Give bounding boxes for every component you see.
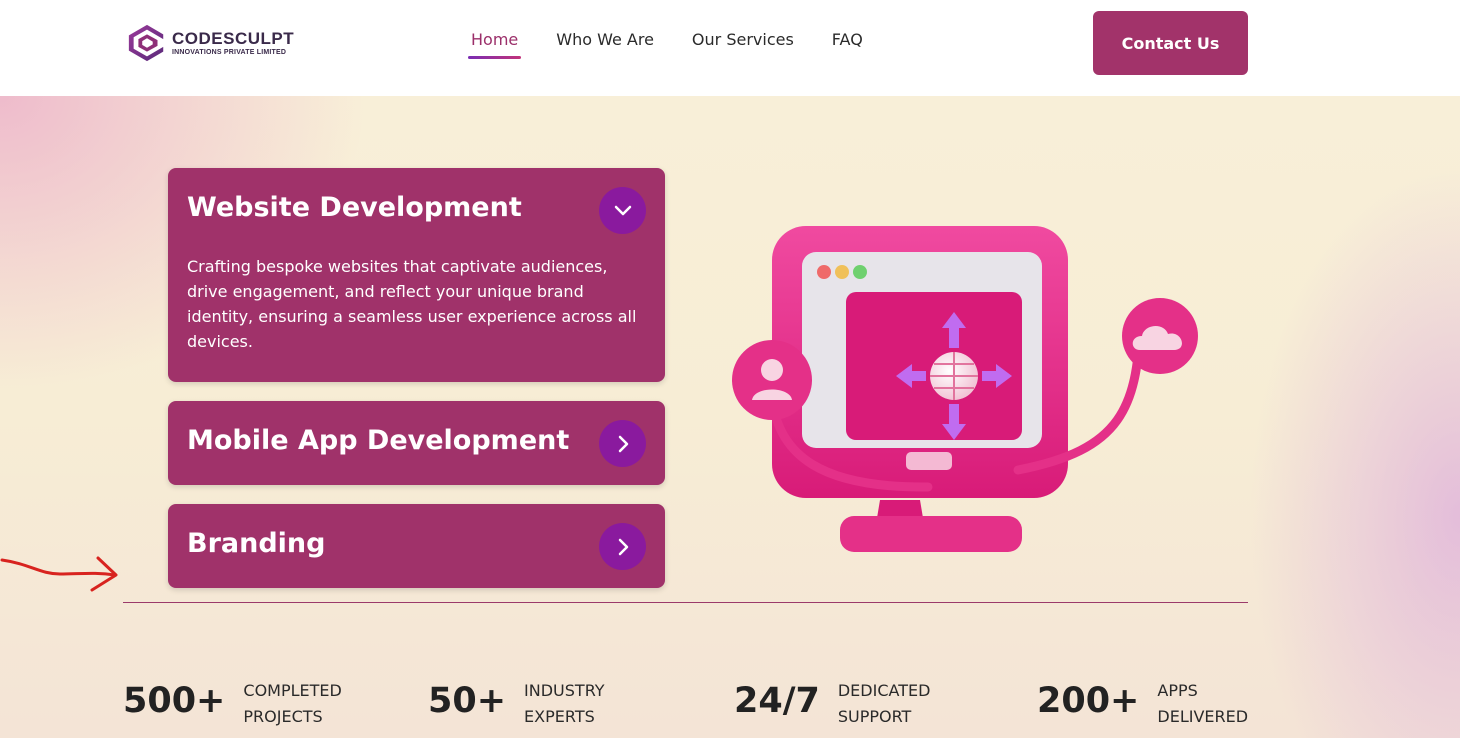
service-title: Mobile App Development <box>187 425 570 456</box>
service-description: Crafting bespoke websites that captivate… <box>187 257 637 351</box>
service-card-mobile-app-development[interactable]: Mobile App Development <box>168 401 665 485</box>
stat-completed-projects: 500+ COMPLETED PROJECTS <box>123 678 363 730</box>
nav-our-services[interactable]: Our Services <box>692 30 794 57</box>
stat-label: APPS DELIVERED <box>1157 681 1249 726</box>
main-nav: Home Who We Are Our Services FAQ <box>467 30 901 59</box>
nav-who-we-are[interactable]: Who We Are <box>556 30 654 57</box>
chevron-right-icon[interactable] <box>599 420 646 467</box>
brand-logo[interactable]: CODESCULPT INNOVATIONS PRIVATE LIMITED <box>126 20 316 66</box>
service-card-website-development[interactable]: Website Development Crafting bespoke web… <box>168 168 665 382</box>
stat-value: 500+ <box>123 681 226 721</box>
contact-us-button[interactable]: Contact Us <box>1093 11 1248 75</box>
stat-dedicated-support: 24/7 DEDICATED SUPPORT <box>734 678 958 730</box>
red-arrow-icon <box>0 556 118 592</box>
codesculpt-logo-icon <box>128 24 164 62</box>
nav-faq[interactable]: FAQ <box>832 30 863 57</box>
nav-home[interactable]: Home <box>467 30 522 59</box>
monitor-globe-icon <box>732 226 1198 552</box>
site-header: CODESCULPT INNOVATIONS PRIVATE LIMITED H… <box>0 0 1460 96</box>
service-card-branding[interactable]: Branding <box>168 504 665 588</box>
stat-industry-experts: 50+ INDUSTRY EXPERTS <box>428 678 644 730</box>
stat-apps-delivered: 200+ APPS DELIVERED <box>1037 678 1277 730</box>
chevron-right-icon[interactable] <box>599 523 646 570</box>
hero-section: Website Development Crafting bespoke web… <box>0 96 1460 738</box>
stat-value: 24/7 <box>734 681 820 721</box>
chevron-down-icon[interactable] <box>599 187 646 234</box>
stat-label: COMPLETED PROJECTS <box>243 681 342 726</box>
stat-label: INDUSTRY EXPERTS <box>524 681 605 726</box>
brand-subtitle: INNOVATIONS PRIVATE LIMITED <box>172 49 287 56</box>
service-title: Branding <box>187 528 326 559</box>
stat-value: 200+ <box>1037 681 1140 721</box>
stat-label: DEDICATED SUPPORT <box>837 681 931 726</box>
service-title: Website Development <box>187 192 522 223</box>
section-divider <box>123 602 1248 603</box>
brand-name: CODESCULPT <box>172 29 295 48</box>
stat-value: 50+ <box>428 681 507 721</box>
